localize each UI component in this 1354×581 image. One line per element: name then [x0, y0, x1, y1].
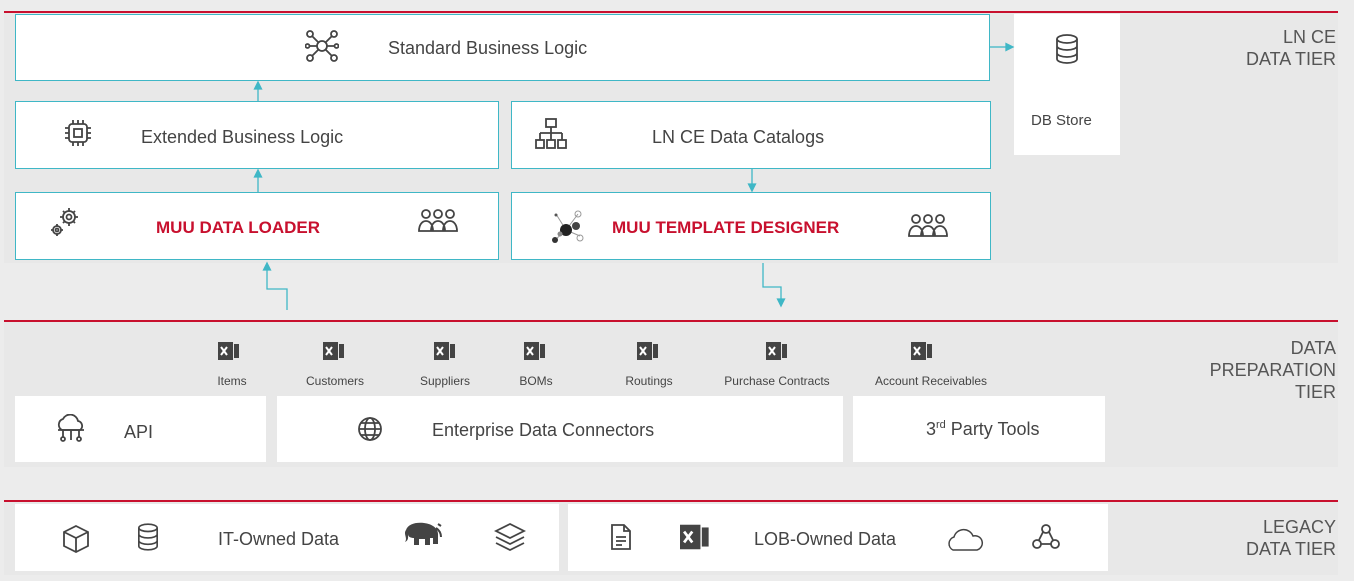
excel-icon — [524, 340, 546, 362]
share-nodes-icon — [1031, 522, 1061, 552]
cube-icon — [62, 524, 90, 554]
file-items-label: Items — [217, 374, 247, 388]
excel-icon — [637, 340, 659, 362]
excel-icon — [911, 340, 933, 362]
cloud-icon — [945, 528, 985, 552]
excel-icon — [680, 522, 710, 552]
excel-icon — [766, 340, 788, 362]
lob-owned-label: LOB-Owned Data — [754, 529, 897, 549]
cloud-api-icon — [54, 414, 88, 444]
file-boms-label: BOMs — [519, 374, 553, 388]
database-icon — [137, 523, 159, 551]
layers-icon — [494, 522, 526, 552]
excel-icon — [218, 340, 240, 362]
hadoop-elephant-icon — [400, 520, 444, 554]
file-account-receivables-label: Account Receivables — [874, 374, 988, 388]
globe-icon — [357, 416, 383, 442]
third-party-tools-label: 3rd Party Tools — [926, 419, 1040, 439]
file-customers-label: Customers — [305, 374, 365, 388]
excel-icon — [323, 340, 345, 362]
enterprise-connectors-label: Enterprise Data Connectors — [432, 420, 655, 440]
connector-arrows — [253, 42, 1015, 310]
file-routings-label: Routings — [625, 374, 673, 388]
file-purchase-contracts-label: Purchase Contracts — [724, 374, 830, 388]
file-suppliers-label: Suppliers — [419, 374, 471, 388]
document-icon — [610, 523, 632, 551]
it-owned-label: IT-Owned Data — [218, 529, 340, 549]
api-label: API — [124, 422, 154, 442]
excel-icon — [434, 340, 456, 362]
